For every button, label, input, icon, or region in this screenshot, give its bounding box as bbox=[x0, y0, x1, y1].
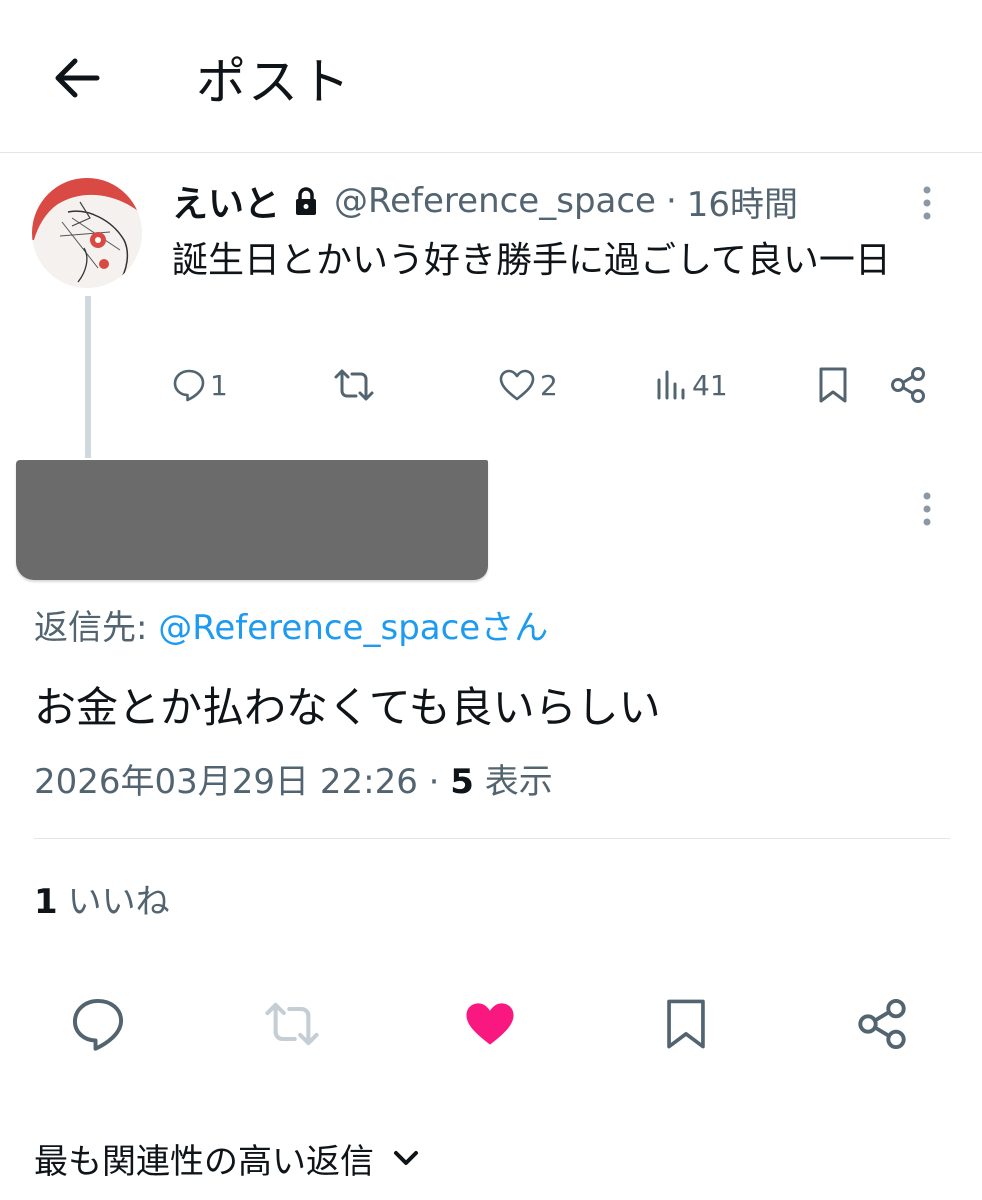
repost-button[interactable] bbox=[262, 994, 322, 1054]
redacted-author-block bbox=[16, 460, 488, 580]
share-icon bbox=[891, 367, 925, 403]
repost-icon bbox=[265, 1002, 319, 1046]
bar-chart-icon bbox=[657, 370, 685, 400]
bookmark-button[interactable] bbox=[656, 994, 716, 1054]
share-icon bbox=[858, 998, 906, 1050]
bookmark-icon bbox=[667, 999, 705, 1049]
like-button[interactable] bbox=[460, 994, 520, 1054]
replies-sort-label: 最も関連性の高い返信 bbox=[34, 1141, 374, 1182]
reply-count: 1 bbox=[210, 368, 228, 402]
heart-icon bbox=[466, 1003, 514, 1045]
author-row: えいと @Reference_space · 16時間 bbox=[172, 176, 798, 226]
heart-icon bbox=[499, 369, 535, 401]
bookmark-action[interactable] bbox=[816, 360, 850, 410]
post-timestamp[interactable]: 2026年03月29日 22:26 bbox=[34, 762, 418, 802]
share-action[interactable] bbox=[888, 360, 928, 410]
more-vertical-icon bbox=[923, 186, 931, 220]
share-button[interactable] bbox=[852, 994, 912, 1054]
avatar[interactable] bbox=[32, 178, 142, 288]
post-time[interactable]: 16時間 bbox=[687, 177, 798, 226]
comment-icon bbox=[72, 998, 124, 1051]
more-vertical-icon bbox=[923, 492, 931, 526]
reply-action[interactable]: 1 bbox=[172, 360, 228, 410]
reply-to-link[interactable]: @Reference_spaceさん bbox=[158, 608, 548, 648]
reply-to-line: 返信先: @Reference_spaceさん bbox=[34, 604, 548, 652]
chevron-down-icon bbox=[392, 1148, 420, 1168]
separator-dot: · bbox=[665, 181, 677, 221]
repost-action[interactable] bbox=[332, 360, 376, 410]
thread-connector bbox=[85, 296, 91, 458]
meta-divider bbox=[34, 838, 950, 839]
like-count: 2 bbox=[540, 368, 558, 402]
lock-icon bbox=[294, 186, 318, 216]
header-divider bbox=[0, 152, 982, 153]
author-name[interactable]: えいと bbox=[172, 175, 280, 227]
view-count: 41 bbox=[692, 368, 728, 402]
bookmark-icon bbox=[819, 367, 847, 403]
avatar-image bbox=[32, 178, 142, 288]
separator-dot: · bbox=[417, 762, 451, 802]
post-text: お金とか払わなくても良いらしい bbox=[34, 683, 661, 732]
page-title: ポスト bbox=[196, 53, 352, 111]
arrow-left-icon bbox=[55, 58, 100, 98]
more-options-button[interactable] bbox=[912, 488, 942, 530]
views-count: 5 bbox=[450, 762, 474, 802]
author-handle[interactable]: @Reference_space bbox=[334, 181, 656, 221]
likes-label: いいね bbox=[67, 882, 170, 922]
more-options-button[interactable] bbox=[912, 182, 942, 224]
reply-to-prefix: 返信先: bbox=[34, 608, 159, 648]
like-action[interactable]: 2 bbox=[498, 360, 558, 410]
repost-icon bbox=[334, 369, 374, 401]
parent-post-text: 誕生日とかいう好き勝手に過ごして良い一日 bbox=[172, 240, 891, 281]
views-action[interactable]: 41 bbox=[654, 360, 728, 410]
replies-sort-dropdown[interactable]: 最も関連性の高い返信 bbox=[34, 1130, 420, 1186]
views-label: 表示 bbox=[473, 762, 553, 802]
likes-summary[interactable]: 1 いいね bbox=[34, 878, 170, 926]
comment-icon bbox=[173, 369, 205, 402]
likes-count: 1 bbox=[34, 882, 58, 922]
reply-button[interactable] bbox=[68, 994, 128, 1054]
post-meta: 2026年03月29日 22:26 · 5 表示 bbox=[34, 758, 553, 806]
back-button[interactable] bbox=[40, 46, 112, 110]
